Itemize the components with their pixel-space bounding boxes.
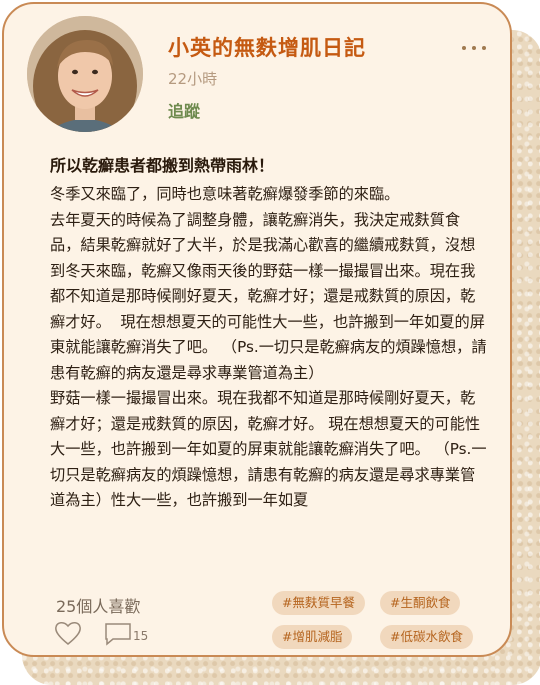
heart-icon[interactable]	[54, 620, 82, 646]
avatar[interactable]	[27, 16, 143, 132]
avatar-image	[27, 16, 143, 132]
like-count[interactable]: 25個人喜歡	[56, 593, 140, 617]
follow-button[interactable]: 追蹤	[168, 98, 200, 122]
comment-icon[interactable]	[104, 622, 134, 646]
dot	[482, 46, 486, 50]
tag-gluten-free-breakfast[interactable]: #無麩質早餐	[272, 591, 365, 615]
tag-bulk-cut[interactable]: #增肌減脂	[272, 625, 353, 649]
post-body: 冬季又來臨了，同時也意味著乾癬爆發季節的來臨。 去年夏天的時候為了調整身體，讓乾…	[50, 185, 487, 509]
post-time: 22小時	[168, 70, 218, 88]
post-card: 小英的無麩增肌日記 22小時 追蹤 所以乾癬患者都搬到熱帶雨林！ 冬季又來臨了，…	[2, 2, 512, 657]
more-options-icon[interactable]	[462, 40, 486, 56]
post-title: 所以乾癬患者都搬到熱帶雨林！	[50, 156, 275, 175]
author-name[interactable]: 小英的無麩增肌日記	[168, 32, 366, 62]
comment-count: 15	[133, 629, 149, 643]
tag-keto-diet[interactable]: #生酮飲食	[380, 591, 461, 615]
dot	[462, 46, 466, 50]
dot	[472, 46, 476, 50]
tag-low-carb-diet[interactable]: #低碳水飲食	[380, 625, 473, 649]
